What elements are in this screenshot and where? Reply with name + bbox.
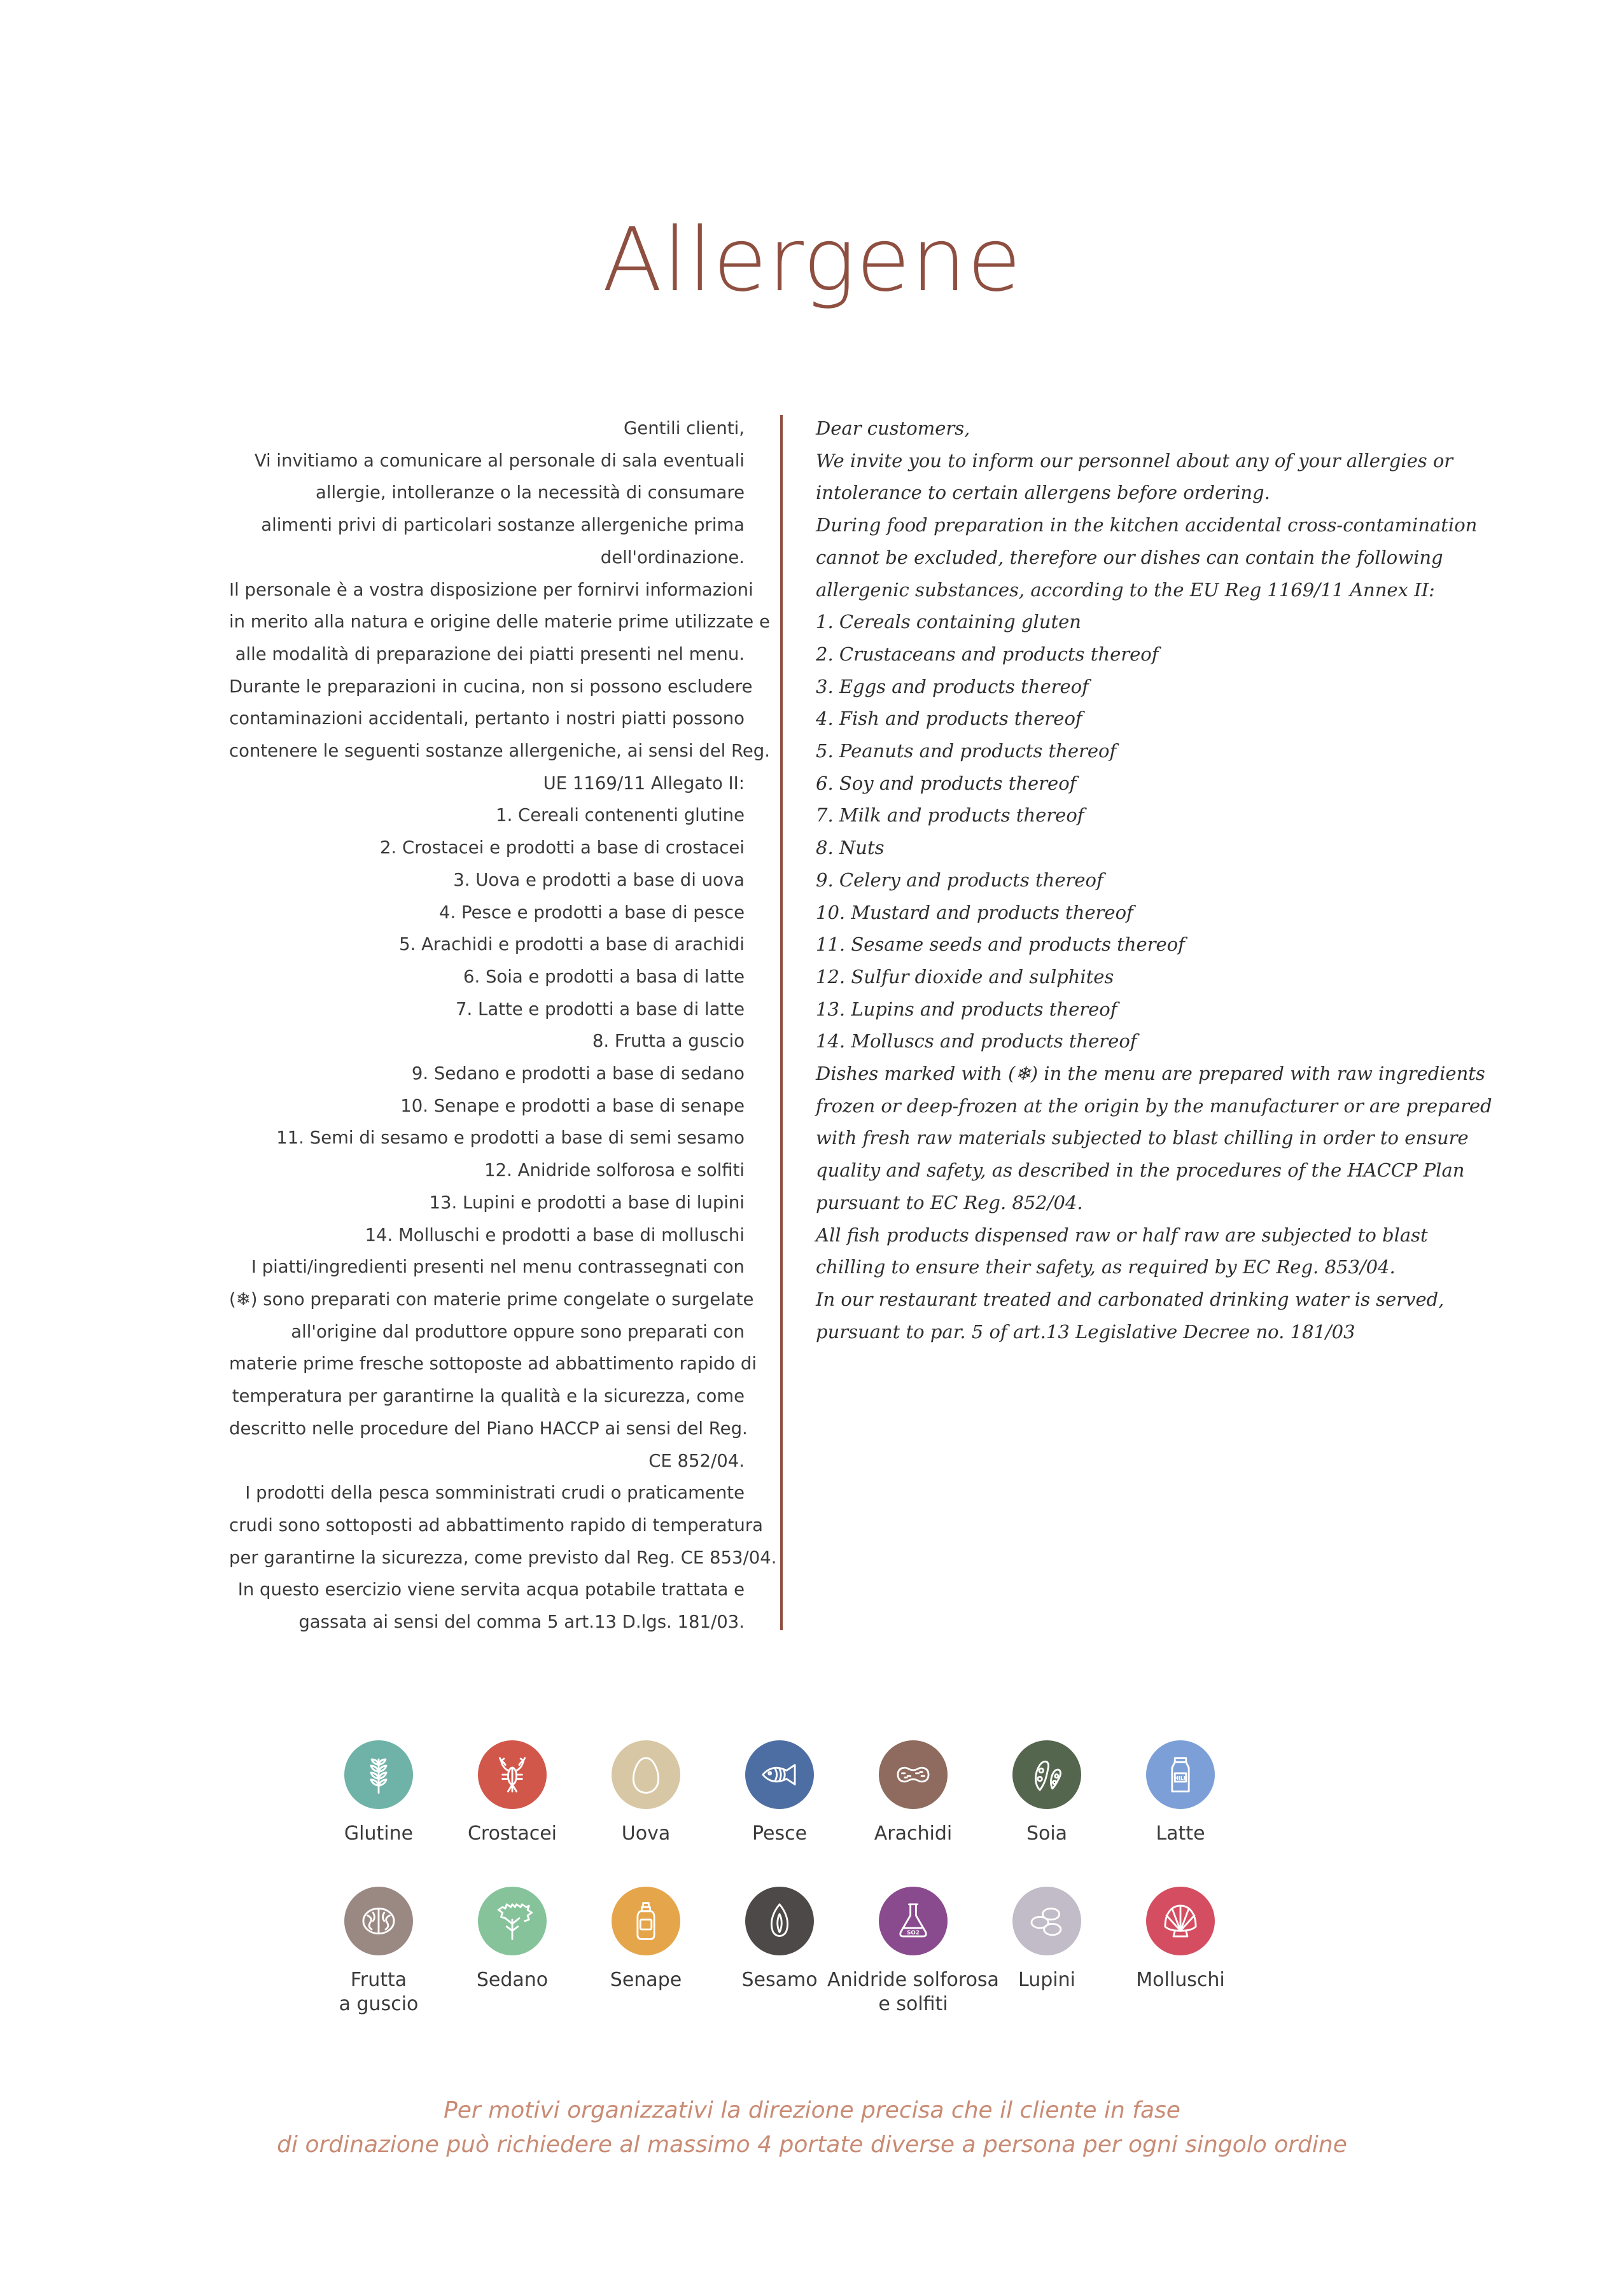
shell-icon xyxy=(1146,1887,1215,1955)
english-text-line: 7. Milk and products thereof xyxy=(816,804,1084,827)
english-text-line: 8. Nuts xyxy=(816,837,885,859)
italian-text-line: In questo esercizio viene servita acqua … xyxy=(237,1579,745,1600)
italian-text-line: contenere le seguenti sostanze allergeni… xyxy=(229,741,771,762)
fish-icon xyxy=(745,1740,814,1809)
soy-icon xyxy=(1012,1740,1081,1809)
lupin-icon xyxy=(1012,1887,1081,1955)
italian-text-line: per garantirne la sicurezza, come previs… xyxy=(229,1547,777,1568)
english-text-line: Dear customers, xyxy=(816,417,970,439)
italian-text-line: 8. Frutta a guscio xyxy=(592,1031,745,1052)
ordering-note: Per motivi organizzativi la direzione pr… xyxy=(0,2093,1624,2162)
italian-text-line: 9. Sedano e prodotti a base di sedano xyxy=(411,1063,745,1084)
peanut-icon xyxy=(879,1740,948,1809)
english-text-line: In our restaurant treated and carbonated… xyxy=(816,1288,1445,1310)
italian-text-line: I prodotti della pesca somministrati cru… xyxy=(245,1483,745,1504)
italian-text-line: materie prime fresche sottoposte ad abba… xyxy=(229,1353,757,1374)
english-text-line: 1. Cereals containing gluten xyxy=(816,611,1081,633)
italian-text-line: descritto nelle procedure del Piano HACC… xyxy=(229,1418,748,1439)
english-text-line: 10. Mustard and products thereof xyxy=(816,901,1133,923)
italian-text-line: Durante le preparazioni in cucina, non s… xyxy=(229,676,753,697)
italian-text-line: 2. Crostacei e prodotti a base di crosta… xyxy=(380,837,745,858)
walnut-icon xyxy=(344,1887,413,1955)
italian-text-line: gassata ai sensi del comma 5 art.13 D.lg… xyxy=(298,1612,745,1633)
allergen-label: Molluschi xyxy=(1136,1969,1225,1991)
english-text-line: 14. Molluscs and products thereof xyxy=(816,1030,1137,1052)
egg-icon xyxy=(612,1740,680,1809)
mustard-icon xyxy=(612,1887,680,1955)
italian-text-line: 7. Latte e prodotti a base di latte xyxy=(456,998,745,1019)
italian-text-line: alle modalità di preparazione dei piatti… xyxy=(235,643,745,664)
sesame-icon xyxy=(745,1887,814,1955)
english-text-line: quality and safety, as described in the … xyxy=(816,1159,1465,1182)
column-divider xyxy=(780,415,783,1630)
italian-text-line: I piatti/ingredienti presenti nel menu c… xyxy=(251,1257,745,1278)
italian-text-line: 13. Lupini e prodotti a base di lupini xyxy=(429,1192,745,1213)
english-text-line: cannot be excluded, therefore our dishes… xyxy=(816,546,1443,568)
english-text-line: All fish products dispensed raw or half … xyxy=(816,1224,1428,1246)
english-text-line: We invite you to inform our personnel ab… xyxy=(816,449,1453,472)
italian-text-column: Gentili clienti, Vi invitiamo a comunicar… xyxy=(229,412,777,1639)
italian-text-line: 6. Soia e prodotti a basa di latte xyxy=(463,966,745,987)
italian-text-line: 10. Senape e prodotti a base di senape xyxy=(400,1095,745,1116)
italian-text-line: 11. Semi di sesamo e prodotti a base di … xyxy=(276,1128,745,1149)
italian-text-line: all'origine dal produttore oppure sono p… xyxy=(291,1321,745,1342)
english-text-line: 2. Crustaceans and products thereof xyxy=(816,643,1159,665)
english-text-line: frozen or deep-frozen at the origin by t… xyxy=(816,1094,1492,1117)
allergen-item: MILK Latte xyxy=(1088,1740,1273,1846)
wheat-icon xyxy=(344,1740,413,1809)
english-text-line: Dishes marked with (❄) in the menu are p… xyxy=(816,1063,1485,1085)
english-text-line: 6. Soy and products thereof xyxy=(816,772,1077,794)
milk-label: MILK xyxy=(1173,1775,1187,1781)
italian-text-line: 3. Uova e prodotti a base di uova xyxy=(453,869,745,890)
so2-label: SO2 xyxy=(907,1930,920,1936)
italian-text-line: UE 1169/11 Allegato II: xyxy=(543,772,745,793)
english-text-line: pursuant to par. 5 of art.13 Legislative… xyxy=(816,1320,1355,1343)
italian-text-line: contaminazioni accidentali, pertanto i n… xyxy=(229,708,745,729)
celery-icon xyxy=(478,1887,547,1955)
allergen-item: Molluschi xyxy=(1088,1887,1273,1992)
italian-text-line: allergie, intolleranze o la necessità di… xyxy=(315,482,745,503)
english-text-line: 3. Eggs and products thereof xyxy=(816,675,1089,697)
page-title: Allergene xyxy=(602,209,1022,311)
english-text-line: 11. Sesame seeds and products thereof xyxy=(816,933,1185,956)
italian-text-line: in merito alla natura e origine delle ma… xyxy=(229,611,770,632)
english-text-line: allergenic substances, according to the … xyxy=(816,578,1435,601)
italian-text-line: 12. Anidride solforosa e solfiti xyxy=(484,1160,745,1181)
english-text-line: During food preparation in the kitchen a… xyxy=(816,514,1478,536)
flask-icon: SO2 xyxy=(879,1887,948,1955)
italian-text-line: Vi invitiamo a comunicare al personale d… xyxy=(254,450,745,471)
italian-text-line: (❄) sono preparati con materie prime con… xyxy=(229,1289,754,1310)
italian-text-line: Il personale è a vostra disposizione per… xyxy=(229,579,753,600)
italian-text-line: alimenti privi di particolari sostanze a… xyxy=(261,515,745,536)
lobster-icon xyxy=(478,1740,547,1809)
ordering-note-line: Per motivi organizzativi la direzione pr… xyxy=(444,2097,1180,2123)
english-text-line: 4. Fish and products thereof xyxy=(816,708,1082,730)
english-text-line: 9. Celery and products thereof xyxy=(816,869,1103,891)
milk-icon: MILK xyxy=(1146,1740,1215,1809)
italian-text-line: CE 852/04. xyxy=(648,1450,745,1471)
english-text-line: 5. Peanuts and products thereof xyxy=(816,740,1117,762)
italian-text-line: 1. Cereali contenenti glutine xyxy=(496,805,745,826)
italian-text-line: dell'ordinazione. xyxy=(600,547,745,568)
italian-text-line: 14. Molluschi e prodotti a base di mollu… xyxy=(365,1224,745,1245)
english-text-line: 13. Lupins and products thereof xyxy=(816,998,1117,1020)
italian-text-line: Gentili clienti, xyxy=(623,418,745,438)
english-text-line: with fresh raw materials subjected to bl… xyxy=(816,1127,1469,1149)
italian-text-line: 4. Pesce e prodotti a base di pesce xyxy=(439,902,745,923)
italian-text-line: temperatura per garantirne la qualità e … xyxy=(232,1386,745,1407)
english-text-line: chilling to ensure their safety, as requ… xyxy=(816,1256,1396,1278)
ordering-note-line: di ordinazione può richiedere al massimo… xyxy=(277,2132,1347,2158)
english-text-line: 12. Sulfur dioxide and sulphites xyxy=(816,965,1114,988)
allergen-label: Latte xyxy=(1156,1822,1205,1845)
english-text-column: Dear customers, We invite you to inform o… xyxy=(816,412,1492,1348)
italian-text-line: 5. Arachidi e prodotti a base di arachid… xyxy=(399,934,745,955)
italian-text-line: crudi sono sottoposti ad abbattimento ra… xyxy=(229,1514,764,1535)
english-text-line: intolerance to certain allergens before … xyxy=(816,482,1270,504)
english-text-line: pursuant to EC Reg. 852/04. xyxy=(816,1191,1083,1213)
